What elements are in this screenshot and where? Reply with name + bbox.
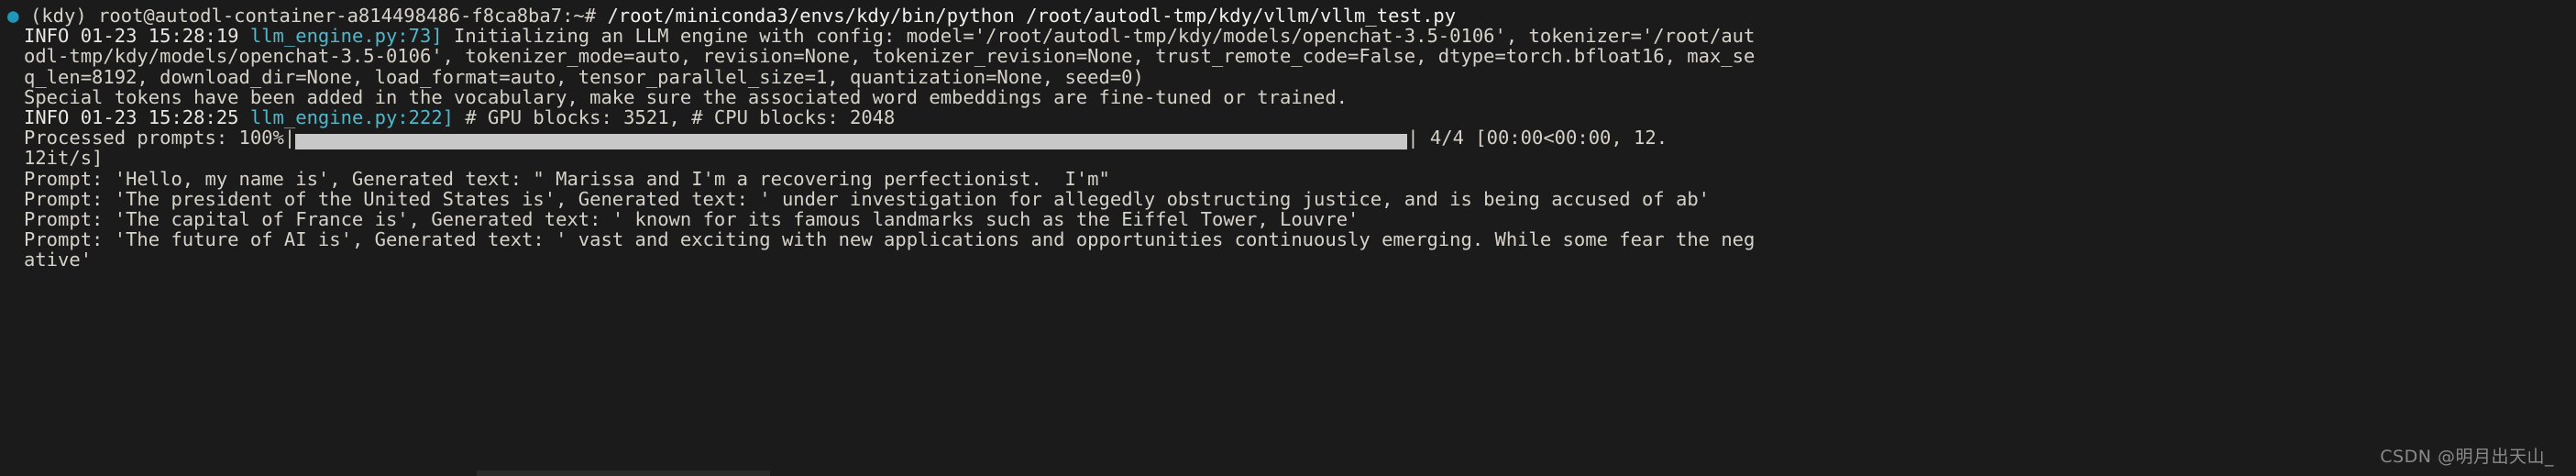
log-timestamp: 01-23 15:28:19 [80,25,239,48]
log-level: INFO [24,25,70,48]
result-generated: ' known for its famous landmarks such as… [611,207,1360,230]
log-timestamp: 01-23 15:28:25 [80,105,239,128]
result-prefix: Prompt: [24,207,115,230]
progress-wrap-text: 12it/s] [24,147,104,170]
log-line-special-tokens: Special tokens have been added in the vo… [0,87,2576,107]
result-generated: ' under investigation for allegedly obst… [759,187,1710,210]
result-prefix: Prompt: [24,187,115,210]
prompt-status-dot: ● [7,5,19,27]
log-line-wrap-1: odl-tmp/kdy/models/openchat-3.5-0106', t… [0,46,2576,66]
result-line-2: Prompt: 'The president of the United Sta… [0,189,2576,209]
log-line-info-engine-init: INFO 01-23 15:28:19 llm_engine.py:73] In… [0,26,2576,46]
progress-counter: 4/4 [00:00<00:00, 12. [1418,127,1668,149]
result-prompt: 'Hello, my name is' [114,167,330,190]
result-generated: ' vast and exciting with new application… [556,228,1756,251]
result-middle: , Generated text: [351,228,556,251]
log-level: INFO [24,105,70,128]
log-source: llm_engine.py:73] [249,25,443,48]
progress-bar-fill [295,133,1408,149]
log-wrap-text: q_len=8192, download_dir=None, load_form… [24,65,1144,88]
result-generated: " Marissa and I'm a recovering perfectio… [533,167,1110,190]
progress-bar-line: Processed prompts: 100%| | 4/4 [00:00<00:… [0,127,2576,151]
progress-right-pipe: | [1407,127,1419,149]
shell-prompt-line: ● (kdy) root@autodl-container-a814498486… [0,6,2576,26]
result-line-4-wrap: ative' [0,249,2576,270]
result-wrap-text: ative' [24,249,93,271]
result-middle: , Generated text: [556,187,760,210]
result-line-3: Prompt: 'The capital of France is', Gene… [0,209,2576,229]
result-middle: , Generated text: [329,167,534,190]
log-message: # GPU blocks: 3521, # CPU blocks: 2048 [454,105,896,128]
log-line-wrap-2: q_len=8192, download_dir=None, load_form… [0,65,2576,88]
log-wrap-text: odl-tmp/kdy/models/openchat-3.5-0106', t… [24,45,1756,68]
prompt-user-host: root@autodl-container-a814498486-f8ca8ba… [98,5,563,27]
log-line-gpu-blocks: INFO 01-23 15:28:25 llm_engine.py:222] #… [0,107,2576,127]
result-line-1: Prompt: 'Hello, my name is', Generated t… [0,167,2576,190]
progress-percent: 100% [238,127,284,149]
progress-label: Processed prompts: [24,127,239,149]
prompt-path: :~# [562,5,597,27]
result-line-4: Prompt: 'The future of AI is', Generated… [0,229,2576,249]
terminal-window[interactable]: ● (kdy) root@autodl-container-a814498486… [0,0,2576,476]
csdn-watermark: CSDN @明月出天山_ [2380,446,2554,467]
log-source: llm_engine.py:222] [249,105,455,128]
log-message: Initializing an LLM engine with config: … [442,25,1756,48]
prompt-spacer [19,5,30,27]
prompt-env: (kdy) [30,5,87,27]
result-middle: , Generated text: [408,207,612,230]
result-prefix: Prompt: [24,228,115,251]
progress-left-pipe: | [283,127,296,149]
result-prompt: 'The president of the United States is' [114,187,556,210]
result-prompt: 'The capital of France is' [114,207,409,230]
result-prefix: Prompt: [24,167,115,190]
prompt-command: /root/miniconda3/envs/kdy/bin/python /ro… [596,5,1457,27]
progress-bar-track [295,131,1408,151]
special-tokens-text: Special tokens have been added in the vo… [24,85,1349,108]
scrollbar-artifact [477,470,770,476]
result-prompt: 'The future of AI is' [114,228,352,251]
